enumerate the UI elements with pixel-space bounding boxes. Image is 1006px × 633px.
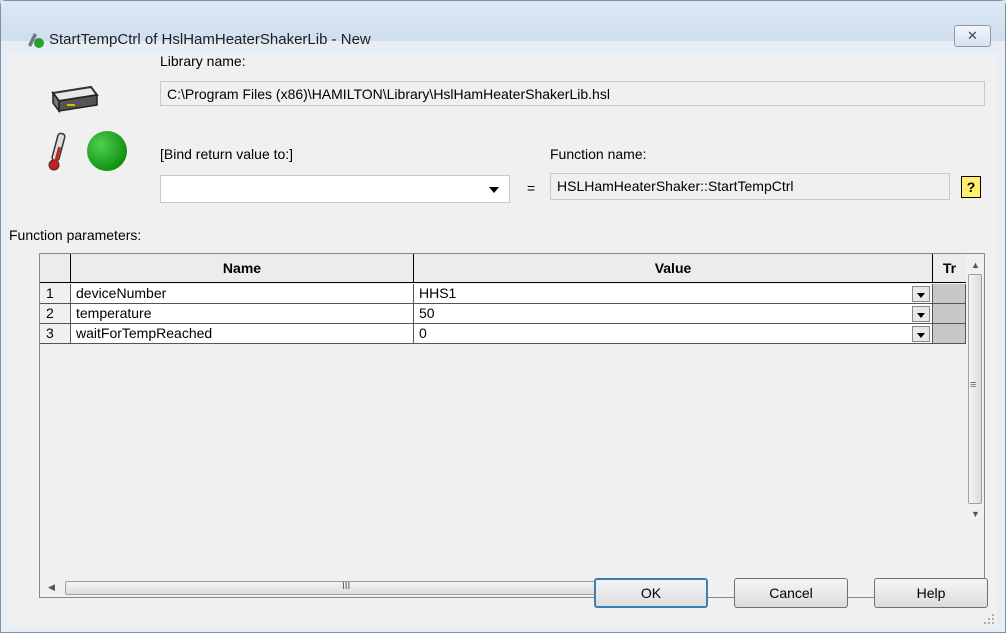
column-header-name[interactable]: Name xyxy=(71,254,414,283)
dialog-window: StartTempCtrl of HslHamHeaterShakerLib -… xyxy=(0,0,1006,633)
param-value-text: 50 xyxy=(419,305,435,321)
param-tr-cell[interactable] xyxy=(933,284,966,304)
ok-button[interactable]: OK xyxy=(594,578,708,608)
row-number: 1 xyxy=(40,284,71,304)
param-name-cell[interactable]: deviceNumber xyxy=(71,284,414,304)
scroll-left-icon[interactable]: ◀ xyxy=(48,582,55,593)
device-icon xyxy=(51,85,99,114)
param-tr-cell[interactable] xyxy=(933,324,966,344)
row-header-corner xyxy=(40,254,71,283)
library-name-field[interactable]: C:\Program Files (x86)\HAMILTON\Library\… xyxy=(160,81,985,106)
bind-return-combobox[interactable] xyxy=(160,175,510,203)
chevron-down-icon[interactable] xyxy=(489,187,499,193)
horizontal-scroll-thumb[interactable]: III xyxy=(65,581,643,595)
bind-return-label: [Bind return value to:] xyxy=(160,146,294,162)
function-name-field[interactable]: HSLHamHeaterShaker::StartTempCtrl xyxy=(550,173,950,200)
table-row[interactable]: 2 temperature 50 xyxy=(40,304,966,324)
param-value-cell[interactable]: HHS1 xyxy=(414,284,933,304)
scroll-grip-icon: ≡ xyxy=(970,379,977,391)
param-value-text: 0 xyxy=(419,325,427,341)
close-button[interactable]: ✕ xyxy=(954,25,991,47)
table-row[interactable]: 3 waitForTempReached 0 xyxy=(40,324,966,344)
help-button[interactable]: Help xyxy=(874,578,988,608)
scroll-grip-icon: III xyxy=(342,581,351,592)
column-header-value[interactable]: Value xyxy=(414,254,933,283)
vertical-scrollbar[interactable]: ▲ ≡ ▼ xyxy=(966,254,984,579)
resize-grip-icon[interactable] xyxy=(983,613,995,625)
scroll-down-icon[interactable]: ▼ xyxy=(971,509,980,519)
param-value-cell[interactable]: 50 xyxy=(414,304,933,324)
dialog-client: Library name: C:\Program Files (x86)\HAM… xyxy=(9,53,997,627)
function-parameters-label: Function parameters: xyxy=(9,227,142,243)
equals-sign: = xyxy=(527,180,536,196)
parameters-grid[interactable]: Name Value Tr 1 deviceNumber HHS1 2 temp… xyxy=(39,253,985,598)
param-name-cell[interactable]: temperature xyxy=(71,304,414,324)
status-indicator xyxy=(87,131,127,171)
close-icon: ✕ xyxy=(967,28,978,43)
scroll-up-icon[interactable]: ▲ xyxy=(971,260,980,270)
table-row[interactable]: 1 deviceNumber HHS1 xyxy=(40,284,966,304)
row-number: 3 xyxy=(40,324,71,344)
cancel-button[interactable]: Cancel xyxy=(734,578,848,608)
param-name-cell[interactable]: waitForTempReached xyxy=(71,324,414,344)
chevron-down-icon[interactable] xyxy=(912,326,930,342)
param-value-text: HHS1 xyxy=(419,285,457,301)
chevron-down-icon[interactable] xyxy=(912,306,930,322)
chevron-down-icon[interactable] xyxy=(912,286,930,302)
title-bar[interactable]: StartTempCtrl of HslHamHeaterShakerLib -… xyxy=(1,1,1005,48)
column-header-tr[interactable]: Tr xyxy=(933,254,966,283)
library-name-label: Library name: xyxy=(160,53,246,69)
function-name-label: Function name: xyxy=(550,146,647,162)
library-function-icon xyxy=(28,33,44,48)
row-number: 2 xyxy=(40,304,71,324)
vertical-scroll-thumb[interactable]: ≡ xyxy=(968,274,982,504)
param-value-cell[interactable]: 0 xyxy=(414,324,933,344)
param-tr-cell[interactable] xyxy=(933,304,966,324)
help-icon[interactable]: ? xyxy=(961,176,981,198)
window-title: StartTempCtrl of HslHamHeaterShakerLib -… xyxy=(49,31,371,48)
thermometer-icon xyxy=(48,132,66,171)
